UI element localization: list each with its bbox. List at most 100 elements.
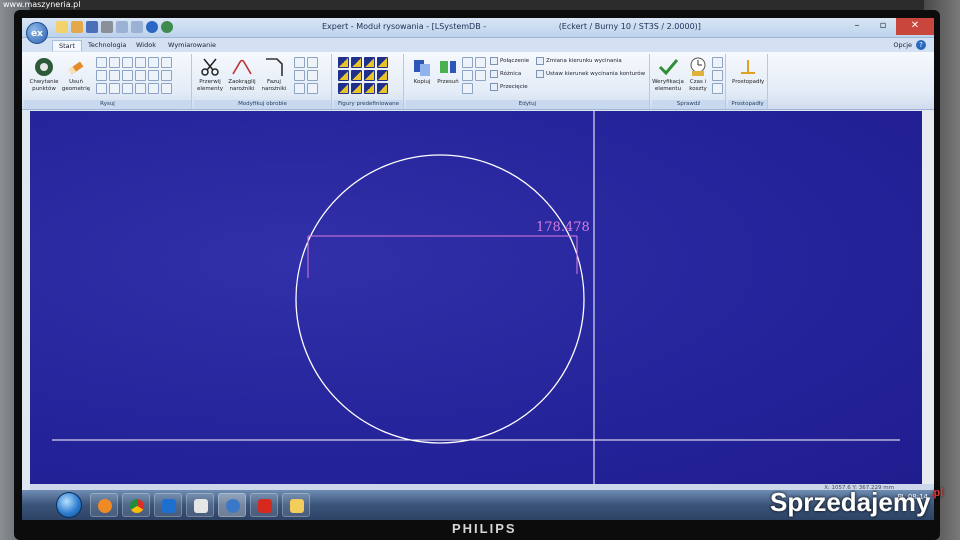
drawing-canvas[interactable]: 178.478 <box>30 111 922 484</box>
tab-start[interactable]: Start <box>52 40 82 51</box>
undo-icon[interactable] <box>116 21 128 33</box>
gear-icon[interactable] <box>161 21 173 33</box>
taskbar-chrome[interactable] <box>122 493 150 517</box>
intersection-button[interactable]: Przecięcie <box>490 83 528 91</box>
polyline-tool[interactable] <box>109 57 120 68</box>
change-cut-direction-label: Zmiana kierunku wycinania <box>546 58 622 64</box>
tab-wymiarowanie[interactable]: Wymiarowanie <box>162 40 222 50</box>
chamfer-corners-button[interactable]: Fazuj narożniki <box>258 56 290 93</box>
redo-icon[interactable] <box>131 21 143 33</box>
group-edytuj: Kopiuj Przesuń Połączenie Różnica Przeci… <box>406 54 650 109</box>
shape-2[interactable] <box>351 57 362 68</box>
start-button[interactable] <box>56 492 82 518</box>
text-tool[interactable] <box>161 83 172 94</box>
polygon-tool[interactable] <box>135 83 146 94</box>
app-menu-button[interactable]: ex <box>26 22 48 44</box>
circle-contour[interactable] <box>295 154 585 444</box>
minimize-button[interactable]: – <box>844 18 870 35</box>
rect-tool[interactable] <box>135 57 146 68</box>
extend-tool[interactable] <box>122 83 133 94</box>
trim-tool[interactable] <box>109 83 120 94</box>
taskbar-folder[interactable] <box>282 493 310 517</box>
scale-tool[interactable] <box>475 70 486 81</box>
stretch-tool[interactable] <box>307 83 318 94</box>
close-button[interactable]: ✕ <box>896 18 934 35</box>
chamfer-icon <box>266 58 283 76</box>
difference-button[interactable]: Różnica <box>490 70 521 78</box>
spline-tool[interactable] <box>96 83 107 94</box>
arc-tool[interactable] <box>122 57 133 68</box>
array-tool[interactable] <box>475 57 486 68</box>
shape-9[interactable] <box>338 83 349 94</box>
verify-element-button[interactable]: Weryfikacja elementu <box>652 56 684 93</box>
shape-12[interactable] <box>377 83 388 94</box>
taskbar-expert[interactable] <box>218 493 246 517</box>
offset-tool[interactable] <box>109 70 120 81</box>
group-prostopadly: Prostopadły Prostopadły <box>728 54 768 109</box>
move-button[interactable]: Przesuń <box>432 56 464 86</box>
delete-geometry-button[interactable]: Usuń geometrię <box>60 56 92 93</box>
tab-widok[interactable]: Widok <box>130 40 162 50</box>
shape-11[interactable] <box>364 83 375 94</box>
rotate-edit-tool[interactable] <box>462 70 473 81</box>
shape-1[interactable] <box>338 57 349 68</box>
mirror-tool[interactable] <box>135 70 146 81</box>
intersection-icon <box>490 83 498 91</box>
rotate-tool[interactable] <box>148 70 159 81</box>
shape-3[interactable] <box>364 57 375 68</box>
group-label-rysuj: Rysuj <box>24 100 191 109</box>
point-tool[interactable] <box>122 70 133 81</box>
tab-technologia[interactable]: Technologia <box>82 40 132 50</box>
link-tool[interactable] <box>307 57 318 68</box>
vertical-scrollbar[interactable] <box>922 111 934 484</box>
help-icon[interactable]: ? <box>916 40 926 50</box>
help-icon[interactable] <box>146 21 158 33</box>
round-corner-icon <box>232 59 252 75</box>
taskbar-explorer[interactable] <box>186 493 214 517</box>
hole-tool[interactable] <box>148 83 159 94</box>
shape-8[interactable] <box>377 70 388 81</box>
new-file-icon[interactable] <box>56 21 68 33</box>
time-costs-button[interactable]: Czas i koszty <box>682 56 714 93</box>
ribbon-tabs: Start Technologia Widok Wymiarowanie Opc… <box>22 38 934 52</box>
union-button[interactable]: Połączenie <box>490 57 529 65</box>
line-tool[interactable] <box>96 57 107 68</box>
check-tools-grid <box>712 57 723 94</box>
align-tool[interactable] <box>462 83 473 94</box>
split-tool[interactable] <box>307 70 318 81</box>
open-file-icon[interactable] <box>71 21 83 33</box>
break-elements-button[interactable]: Przerwij elementy <box>194 56 226 93</box>
taskbar-media-player[interactable] <box>90 493 118 517</box>
fillet-tool[interactable] <box>294 57 305 68</box>
shape-6[interactable] <box>351 70 362 81</box>
site-logo: Sprzedajemy.pl <box>770 487 943 518</box>
shape-4[interactable] <box>377 57 388 68</box>
measure-tool[interactable] <box>712 57 723 68</box>
mirror-edit-tool[interactable] <box>462 57 473 68</box>
save-icon[interactable] <box>86 21 98 33</box>
snap-points-button[interactable]: Chwytanie punktów <box>28 56 60 93</box>
print-icon[interactable] <box>101 21 113 33</box>
join-tool[interactable] <box>294 70 305 81</box>
ribbon: Chwytanie punktów Usuń geometrię Rysuj P… <box>22 52 934 110</box>
circle-tool[interactable] <box>148 57 159 68</box>
round-corners-button[interactable]: Zaokrąglij narożniki <box>226 56 258 93</box>
perpendicular-button[interactable]: Prostopadły <box>732 56 764 86</box>
slot-tool[interactable] <box>161 70 172 81</box>
taskbar-outlook[interactable] <box>154 493 182 517</box>
area-tool[interactable] <box>712 83 723 94</box>
tangent-tool[interactable] <box>96 70 107 81</box>
maximize-button[interactable]: ▫ <box>870 18 896 35</box>
ellipse-tool[interactable] <box>161 57 172 68</box>
group-label-figury: Figury predefiniowane <box>334 100 403 109</box>
site-logo-name: Sprzedajemy <box>770 487 931 517</box>
angle-tool[interactable] <box>712 70 723 81</box>
bevel-tool[interactable] <box>294 83 305 94</box>
change-cut-direction-button[interactable]: Zmiana kierunku wycinania <box>536 57 622 65</box>
shape-5[interactable] <box>338 70 349 81</box>
shape-7[interactable] <box>364 70 375 81</box>
set-contour-direction-button[interactable]: Ustaw kierunek wycinania konturów <box>536 70 645 78</box>
shape-10[interactable] <box>351 83 362 94</box>
taskbar-acrobat[interactable] <box>250 493 278 517</box>
options-menu[interactable]: Opcje <box>893 41 912 49</box>
